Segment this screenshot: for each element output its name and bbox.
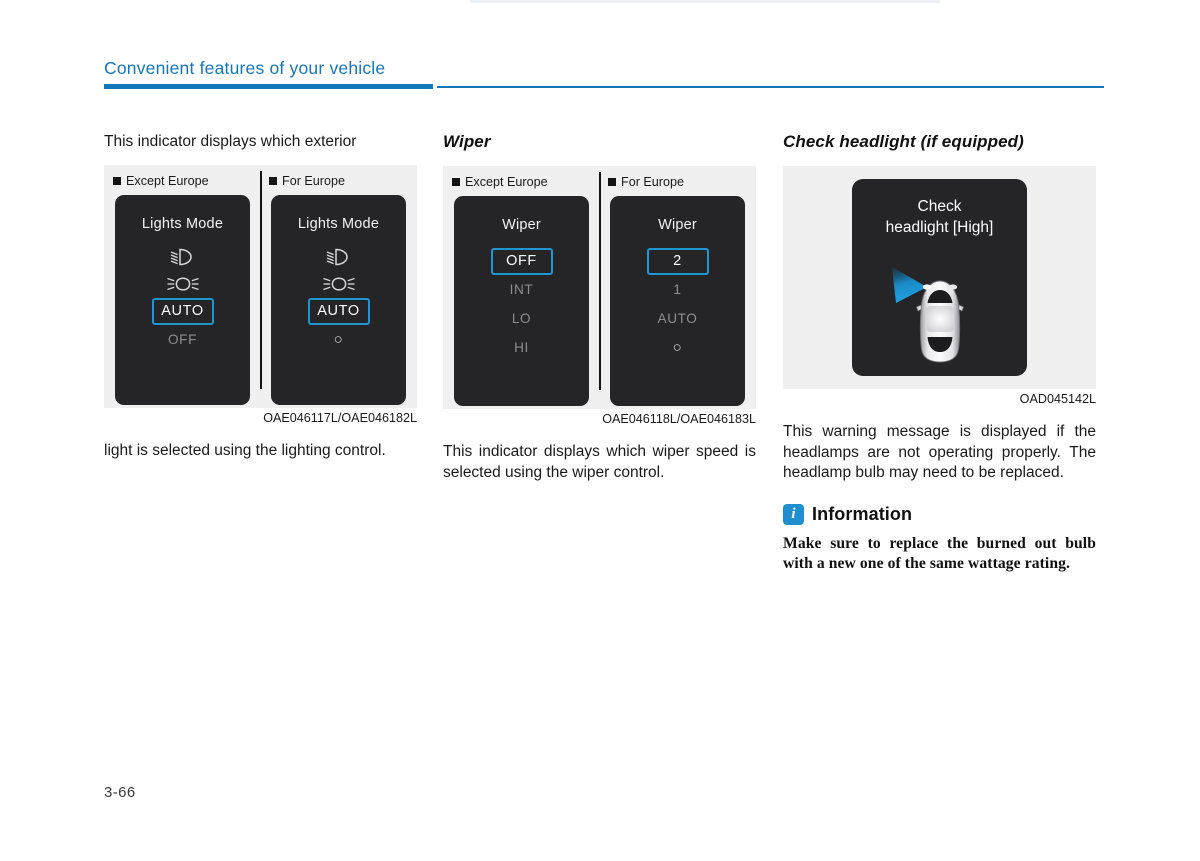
- column-lights: This indicator displays which exterior E…: [104, 132, 417, 461]
- information-header: i Information: [783, 503, 1096, 525]
- information-title: Information: [812, 503, 913, 524]
- lcd-item-lo[interactable]: LO: [490, 304, 554, 333]
- manual-page: Convenient features of your vehicle This…: [0, 0, 1200, 861]
- lcd-title: Wiper: [502, 217, 541, 233]
- figure-label-text: Except Europe: [465, 175, 548, 189]
- lcd-title: Lights Mode: [297, 215, 380, 232]
- lcd-item-auto[interactable]: AUTO: [646, 304, 710, 333]
- figure-divider: [260, 170, 262, 389]
- lcd-panel-lights-except-europe: Lights Mode AUTO OFF: [115, 194, 250, 405]
- header-rule-thin: [437, 86, 1104, 88]
- bullet-square-icon: [608, 178, 616, 186]
- position-lamp-icon: [321, 271, 357, 298]
- lcd-title: Wiper: [658, 217, 697, 233]
- car-beam-graphic: [891, 267, 964, 363]
- page-header: Convenient features of your vehicle: [104, 58, 1104, 91]
- lcd-warning-title-line1: Check: [917, 198, 962, 215]
- header-rule: [104, 83, 1104, 91]
- lcd-item-auto[interactable]: AUTO: [307, 297, 370, 325]
- page-title: Convenient features of your vehicle: [104, 58, 386, 78]
- lcd-panel-wiper-except-europe: Wiper OFF INT LO HI: [454, 196, 589, 406]
- figure-label-for-europe: For Europe: [269, 174, 345, 188]
- headlight-low-beam-glyph: [326, 248, 348, 266]
- wiper-body-text: This indicator displays which wiper spee…: [443, 443, 756, 481]
- lcd-panel-wiper-for-europe: Wiper 2 1 AUTO ○: [610, 196, 745, 406]
- figure-label-for-europe: For Europe: [608, 175, 684, 189]
- lcd-title: Lights Mode: [141, 215, 224, 232]
- wiper-figure: Except Europe For Europe Wiper OFF INT L…: [443, 166, 756, 409]
- lcd-warning-title: Check headlight [High]: [852, 196, 1027, 238]
- headlight-low-beam-icon: [324, 244, 354, 271]
- figure-label-text: Except Europe: [126, 173, 209, 188]
- lcd-item-list: AUTO ○: [271, 244, 406, 354]
- lcd-item-off[interactable]: OFF: [490, 248, 553, 275]
- headlight-low-beam-glyph: [170, 248, 192, 266]
- lcd-item-list: AUTO OFF: [115, 244, 250, 354]
- position-lamp-icon: [165, 271, 201, 298]
- lcd-item-hi[interactable]: HI: [490, 333, 554, 362]
- page-number: 3-66: [104, 784, 136, 801]
- car-top-view-with-headlight-beam-icon: [852, 251, 1027, 367]
- lights-intro-text: This indicator displays which exterior: [104, 133, 357, 150]
- position-lamp-glyph: [166, 277, 199, 291]
- position-lamp-glyph: [322, 277, 355, 291]
- wiper-heading: Wiper: [443, 132, 491, 151]
- info-icon: i: [783, 503, 804, 525]
- figure-label-text: For Europe: [621, 175, 684, 189]
- lcd-item-list: 2 1 AUTO ○: [610, 248, 745, 362]
- column-wiper: Wiper Except Europe For Europe Wiper OFF…: [443, 132, 756, 483]
- lcd-panel-lights-for-europe: Lights Mode AUTO ○: [271, 194, 406, 405]
- bullet-square-icon: [113, 176, 121, 185]
- check-headlight-figure-caption: OAD045142L: [1019, 392, 1096, 406]
- figure-label-text: For Europe: [282, 173, 345, 188]
- lcd-panel-check-headlight: Check headlight [High]: [852, 179, 1027, 376]
- lcd-item-speed-2[interactable]: 2: [646, 248, 709, 275]
- lcd-item-off-circle[interactable]: ○: [646, 333, 710, 362]
- bullet-square-icon: [269, 176, 277, 185]
- information-box: i Information Make sure to replace the b…: [783, 503, 1096, 575]
- headlight-low-beam-icon: [168, 244, 198, 271]
- check-headlight-figure: Check headlight [High]: [783, 166, 1096, 389]
- lcd-item-off[interactable]: OFF: [151, 325, 215, 354]
- figure-divider: [599, 172, 601, 390]
- top-edge-bleed: [470, 0, 940, 3]
- lcd-item-speed-1[interactable]: 1: [646, 275, 710, 304]
- information-text: Make sure to replace the burned out bulb…: [783, 534, 1096, 573]
- lights-figure-caption: OAE046117L/OAE046182L: [263, 410, 417, 425]
- lcd-item-list: OFF INT LO HI: [454, 248, 589, 362]
- header-rule-thick: [104, 84, 433, 89]
- bullet-square-icon: [452, 178, 460, 186]
- column-check-headlight: Check headlight (if equipped) Check head…: [783, 132, 1096, 575]
- lcd-item-auto[interactable]: AUTO: [151, 297, 214, 325]
- lights-figure: Except Europe For Europe Lights Mode AUT…: [104, 164, 417, 408]
- lcd-item-off-circle[interactable]: ○: [307, 325, 371, 354]
- lcd-item-int[interactable]: INT: [490, 275, 554, 304]
- wiper-figure-caption: OAE046118L/OAE046183L: [602, 412, 756, 426]
- figure-label-except-europe: Except Europe: [113, 174, 209, 188]
- lights-body-text: light is selected using the lighting con…: [104, 441, 386, 459]
- check-headlight-body-text: This warning message is displayed if the…: [783, 423, 1096, 481]
- check-headlight-heading: Check headlight (if equipped): [783, 132, 1024, 151]
- lcd-warning-title-line2: headlight [High]: [885, 219, 994, 236]
- figure-label-except-europe: Except Europe: [452, 175, 548, 189]
